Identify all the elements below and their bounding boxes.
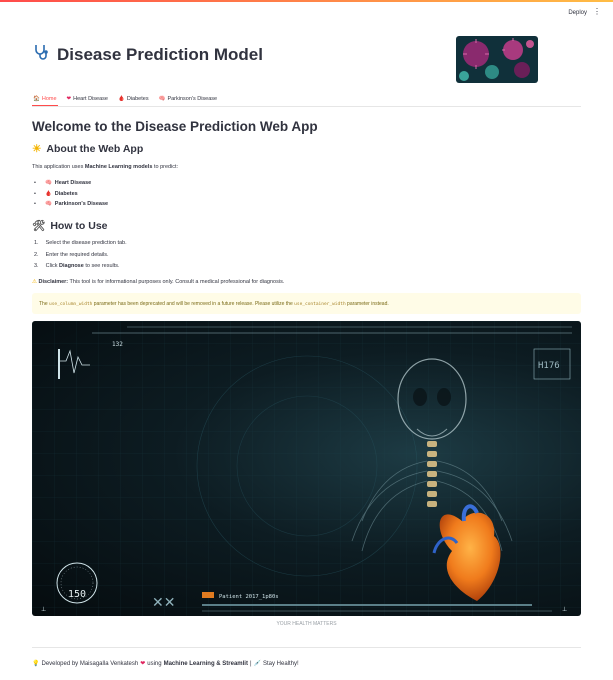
brain-icon: 🧠 (44, 201, 52, 207)
tab-home[interactable]: 🏠 Home (32, 92, 58, 106)
health-hero-image: 132 H176 150 Patient 2017_1p80s ✕✕ ⊥ ⊥ (32, 321, 581, 616)
footer-text: 💡 Developed by Maisagalla Venkatesh ❤ us… (32, 660, 299, 668)
hud-right-readout: H176 (538, 361, 560, 371)
list-item: 1. Select the disease prediction tab. (34, 240, 127, 246)
deprecation-warning: The use_column_width parameter has been … (32, 293, 581, 314)
tab-heart-disease[interactable]: ❤ Heart Disease (66, 92, 109, 105)
sun-icon: ☀ (32, 143, 42, 155)
brain-icon: 🧠 (44, 180, 52, 186)
svg-text:✕✕: ✕✕ (152, 595, 175, 611)
list-item: • 🧠 Parkinson's Disease (34, 201, 109, 207)
svg-text:⊥: ⊥ (41, 606, 46, 613)
heart-icon: ❤ (140, 661, 146, 667)
list-item: • 🧠 Heart Disease (34, 180, 92, 186)
how-to-use-heading: 🛠 How to Use (32, 219, 108, 233)
divider (32, 647, 581, 648)
drop-icon: 🩸 (44, 191, 52, 197)
tab-parkinsons[interactable]: 🧠 Parkinson's Disease (158, 92, 219, 105)
deploy-button[interactable]: Deploy (568, 10, 587, 16)
drop-icon: 🩸 (118, 95, 125, 102)
list-item: • 🩸 Diabetes (34, 191, 78, 197)
list-item: 3. Click Diagnose to see results. (34, 263, 120, 269)
stethoscope-icon (33, 43, 51, 66)
intro-text: This application uses Machine Learning m… (32, 164, 179, 170)
heart-icon: ❤ (66, 95, 72, 102)
tools-icon: 🛠 (32, 220, 46, 232)
page-title-text: Disease Prediction Model (57, 44, 263, 64)
virus-banner-image (456, 36, 538, 83)
image-caption: YOUR HEALTH MATTERS (276, 621, 337, 627)
brain-icon: 🧠 (158, 95, 166, 102)
lightbulb-icon: 💡 (32, 661, 40, 667)
kebab-menu-icon[interactable]: ⋮ (593, 8, 601, 16)
about-heading: ☀ About the Web App (32, 143, 144, 155)
welcome-heading: Welcome to the Disease Prediction Web Ap… (32, 119, 318, 134)
page-title: Disease Prediction Model (33, 43, 263, 66)
house-icon: 🏠 (33, 95, 40, 102)
hud-dial-readout: 150 (68, 589, 86, 600)
top-decoration-bar (0, 0, 613, 2)
hud-patient-tag: Patient 2017_1p80s (219, 594, 279, 600)
list-item: 2. Enter the required details. (34, 252, 109, 258)
svg-text:⊥: ⊥ (562, 606, 567, 613)
disclaimer-text: ⚠ Disclaimer: This tool is for informati… (32, 279, 285, 285)
hud-top-readout: 132 (112, 341, 123, 348)
syringe-icon: 💉 (253, 661, 261, 667)
tab-bar: 🏠 Home ❤ Heart Disease 🩸 Diabetes 🧠 Park… (32, 92, 581, 107)
warning-icon: ⚠ (32, 279, 37, 285)
tab-diabetes[interactable]: 🩸 Diabetes (117, 92, 150, 105)
